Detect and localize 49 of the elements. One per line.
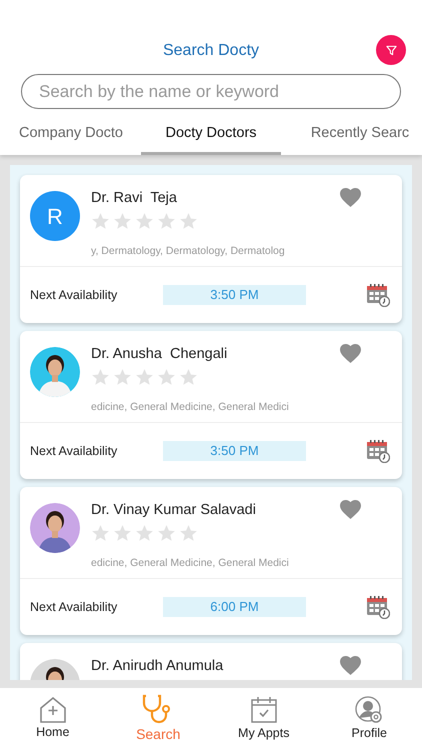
availability-label: Next Availability <box>30 442 118 460</box>
specialties-text: edicine, General Medicine, General Medici <box>91 400 290 415</box>
star-icon <box>135 368 154 386</box>
avatar: R <box>30 191 80 241</box>
doctor-name: Dr. Ravi Teja <box>91 189 178 207</box>
favorite-heart-icon[interactable] <box>339 499 362 519</box>
doctor-card[interactable]: Dr. Anirudh Anumula <box>20 643 402 680</box>
favorite-heart-icon[interactable] <box>339 655 362 675</box>
tab[interactable]: Recently Searc <box>298 115 422 155</box>
star-icon <box>179 368 198 386</box>
nav-tab[interactable]: Profile <box>329 696 410 742</box>
star-icon <box>91 524 110 542</box>
doctor-name: Dr. Vinay Kumar Salavadi <box>91 501 257 519</box>
calendar-clock-icon[interactable] <box>366 595 390 619</box>
filter-button[interactable] <box>376 35 406 65</box>
tab[interactable]: Company Docto <box>16 115 126 155</box>
star-icon <box>157 212 176 230</box>
specialties-text: y, Dermatology, Dermatology, Dermatolog <box>91 244 286 259</box>
doctor-card[interactable]: Dr. Vinay Kumar Salavadi edicine, General Medicine, General Medici Next Availability 6:00 PM <box>20 487 402 635</box>
doctor-card[interactable]: Dr. Anusha Chengali edicine, General Medicine, General Medici Next Availability 3:50 PM <box>20 331 402 479</box>
star-icon <box>91 212 110 230</box>
star-icon <box>179 212 198 230</box>
specialties-text: edicine, General Medicine, General Medici <box>91 556 290 571</box>
star-icon <box>135 524 154 542</box>
star-icon <box>113 524 132 542</box>
profile-settings-icon <box>355 696 384 724</box>
nav-tab[interactable]: Home <box>12 696 93 742</box>
star-icon <box>91 368 110 386</box>
star-icon <box>113 212 132 230</box>
search-field[interactable]: Search by the name or keyword <box>21 74 401 109</box>
availability-label: Next Availability <box>30 598 118 616</box>
nav-tab[interactable]: My Appts <box>224 696 304 742</box>
availability-label: Next Availability <box>30 286 118 304</box>
star-icon <box>113 368 132 386</box>
star-icon <box>157 368 176 386</box>
calendar-check-icon <box>250 696 278 724</box>
doctor-name: Dr. Anirudh Anumula <box>91 657 224 675</box>
calendar-clock-icon[interactable] <box>366 283 390 307</box>
doctor-name: Dr. Anusha Chengali <box>91 345 228 363</box>
page-title: Search Docty <box>162 41 260 61</box>
home-icon <box>38 696 67 724</box>
doctor-card[interactable]: R Dr. Ravi Teja y, Dermatology, Dermatology, Dermatolog Next Availability 3:50 PM <box>20 175 402 323</box>
favorite-heart-icon[interactable] <box>339 343 362 363</box>
star-icon <box>135 212 154 230</box>
star-icon <box>157 524 176 542</box>
star-icon <box>179 524 198 542</box>
favorite-heart-icon[interactable] <box>339 187 362 207</box>
calendar-clock-icon[interactable] <box>366 439 390 463</box>
filter-icon <box>386 44 396 56</box>
